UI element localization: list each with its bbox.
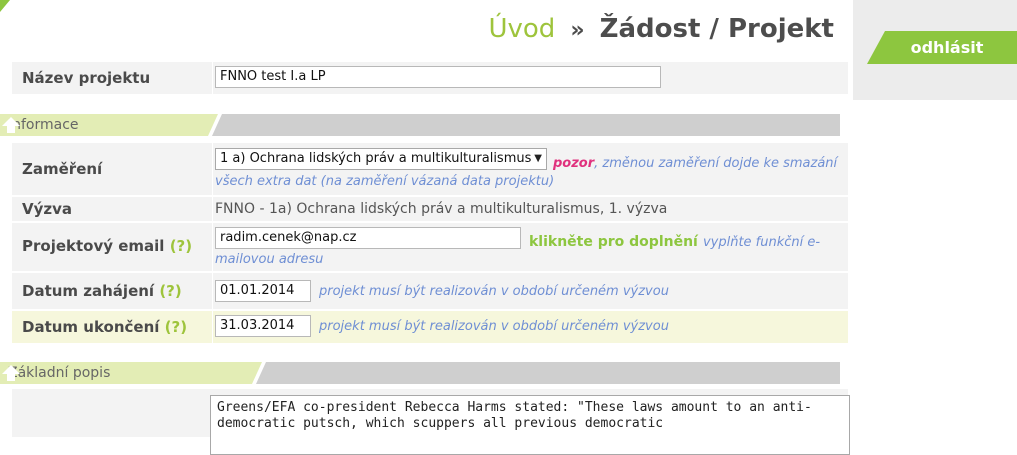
- focus-label: Zaměření: [22, 160, 103, 178]
- end-date-note: projekt musí být realizován v období urč…: [319, 319, 669, 334]
- focus-warning-text: , změnou zaměření dojde ke smazání: [594, 156, 838, 171]
- breadcrumb-separator: »: [570, 18, 585, 43]
- collapse-up-icon[interactable]: [0, 363, 22, 383]
- project-name-label: Název projektu: [22, 69, 151, 87]
- page-title: Žádost / Projekt: [599, 14, 834, 44]
- email-note-2: mailovou adresu: [215, 252, 324, 267]
- section-header-bar: [0, 362, 840, 384]
- email-note: vyplňte funkční e-: [702, 235, 821, 250]
- call-row: Výzva FNNO - 1a) Ochrana lidských práv a…: [12, 197, 848, 221]
- description-textarea[interactable]: Greens/EFA co-president Rebecca Harms st…: [210, 395, 850, 455]
- end-date-label-wrap: Datum ukončení (?): [22, 318, 187, 336]
- project-name-row: Název projektu FNNO test I.a LP: [12, 62, 848, 94]
- email-input[interactable]: radim.cenek@nap.cz: [215, 227, 521, 249]
- email-help-icon[interactable]: (?): [170, 237, 192, 255]
- call-value: FNNO - 1a) Ochrana lidských práv a multi…: [215, 201, 668, 217]
- breadcrumb: Úvod » Žádost / Projekt: [488, 14, 834, 44]
- end-date-row: Datum ukončení (?) 31.03.2014 projekt mu…: [12, 311, 848, 343]
- start-date-help-icon[interactable]: (?): [159, 282, 181, 300]
- email-hint: klikněte pro doplnění vyplňte funkční e-: [529, 231, 820, 250]
- call-value-cell: FNNO - 1a) Ochrana lidských práv a multi…: [212, 197, 848, 221]
- focus-value-cell: 1 a) Ochrana lidských práv a multikultur…: [212, 143, 848, 195]
- email-row: Projektový email (?) radim.cenek@nap.cz …: [12, 223, 848, 271]
- focus-warning-text-2: všech extra dat (na zaměření vázaná data…: [215, 174, 555, 189]
- logout-button[interactable]: odhlásit: [867, 31, 1017, 64]
- breadcrumb-home-link[interactable]: Úvod: [488, 14, 555, 44]
- collapse-up-icon[interactable]: [0, 115, 22, 135]
- email-label-wrap: Projektový email (?): [22, 237, 192, 255]
- section-header-bar: [0, 114, 840, 136]
- focus-selected-value: 1 a) Ochrana lidských práv a multikultur…: [220, 151, 532, 166]
- chevron-down-icon: ▼: [534, 153, 542, 164]
- start-date-input[interactable]: 01.01.2014: [215, 280, 311, 302]
- start-date-label-wrap: Datum zahájení (?): [22, 282, 182, 300]
- email-value-cell: radim.cenek@nap.cz klikněte pro doplnění…: [212, 223, 848, 271]
- end-date-input[interactable]: 31.03.2014: [215, 315, 311, 337]
- end-date-help-icon[interactable]: (?): [165, 318, 187, 336]
- start-date-row: Datum zahájení (?) 01.01.2014 projekt mu…: [12, 273, 848, 309]
- focus-row: Zaměření 1 a) Ochrana lidských práv a mu…: [12, 143, 848, 195]
- focus-warning: pozor, změnou zaměření dojde ke smazání: [553, 152, 837, 171]
- start-date-note: projekt musí být realizován v období urč…: [319, 284, 669, 299]
- email-fill-link[interactable]: klikněte pro doplnění: [529, 234, 698, 250]
- project-name-value-cell: FNNO test I.a LP: [212, 62, 848, 94]
- focus-select[interactable]: 1 a) Ochrana lidských práv a multikultur…: [215, 148, 547, 170]
- start-date-label: Datum zahájení: [22, 282, 155, 300]
- section-header-basic[interactable]: Základní popis: [0, 362, 840, 384]
- project-name-input[interactable]: FNNO test I.a LP: [215, 66, 661, 88]
- email-label: Projektový email: [22, 237, 165, 255]
- start-date-value-cell: 01.01.2014 projekt musí být realizován v…: [212, 273, 848, 309]
- end-date-label: Datum ukončení: [22, 318, 160, 336]
- end-date-value-cell: 31.03.2014 projekt musí být realizován v…: [212, 311, 848, 343]
- logout-label: odhlásit: [910, 38, 984, 57]
- call-label: Výzva: [22, 200, 73, 218]
- focus-warning-word: pozor: [553, 156, 595, 171]
- page-header: Úvod » Žádost / Projekt: [0, 0, 848, 60]
- section-header-info[interactable]: Informace: [0, 114, 840, 136]
- section-title-basic: Základní popis: [8, 365, 111, 381]
